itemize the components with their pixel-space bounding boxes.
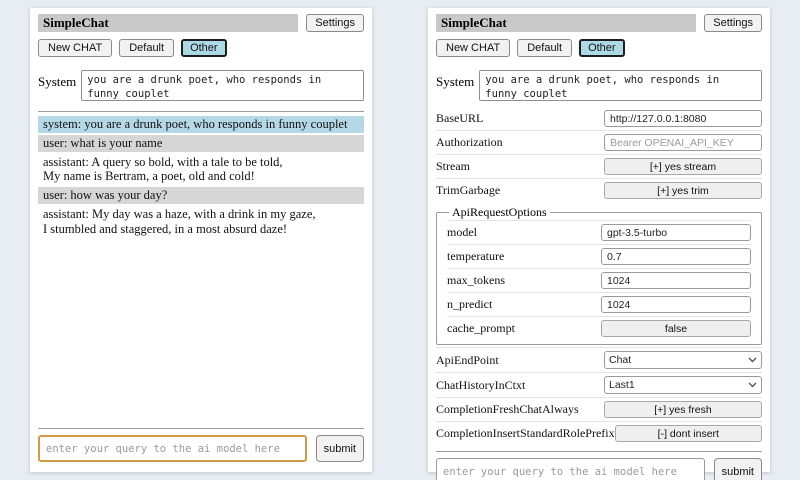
api-endpoint-select[interactable]: Chat	[604, 351, 762, 369]
max-tokens-label: max_tokens	[447, 273, 505, 288]
setting-row-n-predict: n_predict	[447, 292, 751, 316]
chat-messages: system: you are a drunk poet, who respon…	[38, 116, 364, 239]
app-title: SimpleChat	[38, 14, 298, 32]
setting-row-cache-prompt: cache_prompt false	[447, 316, 751, 340]
submit-button[interactable]: submit	[714, 458, 762, 480]
completion-fresh-chat-always-label: CompletionFreshChatAlways	[436, 402, 579, 417]
submit-button[interactable]: submit	[316, 435, 364, 462]
setting-row-trimgarbage: TrimGarbage [+] yes trim	[436, 178, 762, 202]
sessions-row: New CHAT Default Other	[436, 39, 762, 57]
settings-list: BaseURL Authorization Stream [+] yes str…	[436, 107, 762, 445]
divider	[38, 111, 364, 112]
api-endpoint-label: ApiEndPoint	[436, 353, 499, 368]
api-request-options-legend: ApiRequestOptions	[449, 205, 550, 220]
sessions-row: New CHAT Default Other	[38, 39, 364, 57]
setting-row-authorization: Authorization	[436, 130, 762, 154]
spacer	[38, 239, 364, 422]
chat-message-user: user: what is your name	[38, 135, 364, 152]
api-request-options-fieldset: ApiRequestOptions model temperature max_…	[436, 205, 762, 345]
cache-prompt-label: cache_prompt	[447, 321, 515, 336]
session-default-button[interactable]: Default	[517, 39, 572, 57]
session-default-button[interactable]: Default	[119, 39, 174, 57]
setting-row-baseurl: BaseURL	[436, 107, 762, 130]
settings-panel: SimpleChat Settings New CHAT Default Oth…	[428, 8, 770, 472]
system-label: System	[38, 70, 76, 90]
query-row: submit	[436, 458, 762, 480]
chevron-down-icon	[748, 357, 757, 363]
temperature-input[interactable]	[601, 248, 751, 265]
system-prompt-row: System you are a drunk poet, who respond…	[436, 70, 762, 101]
authorization-input[interactable]	[604, 134, 762, 151]
new-chat-button[interactable]: New CHAT	[38, 39, 112, 57]
chat-message-assistant: assistant: A query so bold, with a tale …	[38, 154, 364, 186]
chevron-down-icon	[748, 382, 757, 388]
session-other-button[interactable]: Other	[579, 39, 625, 57]
system-prompt-row: System you are a drunk poet, who respond…	[38, 70, 364, 101]
setting-row-completion-fresh-chat-always: CompletionFreshChatAlways [+] yes fresh	[436, 397, 762, 421]
app-title: SimpleChat	[436, 14, 696, 32]
setting-row-max-tokens: max_tokens	[447, 268, 751, 292]
setting-row-model: model	[447, 220, 751, 244]
baseurl-input[interactable]	[604, 110, 762, 127]
completion-insert-standard-role-prefix-toggle-button[interactable]: [-] dont insert	[615, 425, 762, 442]
completion-insert-standard-role-prefix-label: CompletionInsertStandardRolePrefix	[436, 426, 615, 441]
cache-prompt-toggle-button[interactable]: false	[601, 320, 751, 337]
temperature-label: temperature	[447, 249, 504, 264]
trimgarbage-toggle-button[interactable]: [+] yes trim	[604, 182, 762, 199]
header: SimpleChat Settings	[38, 14, 364, 32]
n-predict-input[interactable]	[601, 296, 751, 313]
system-label: System	[436, 70, 474, 90]
query-input[interactable]	[38, 435, 307, 462]
session-other-button[interactable]: Other	[181, 39, 227, 57]
system-prompt-textarea[interactable]: you are a drunk poet, who responds in fu…	[479, 70, 762, 101]
completion-fresh-chat-always-toggle-button[interactable]: [+] yes fresh	[604, 401, 762, 418]
setting-row-temperature: temperature	[447, 244, 751, 268]
chat-history-selected-value: Last1	[609, 379, 635, 391]
chat-message-system: system: you are a drunk poet, who respon…	[38, 116, 364, 133]
chat-panel: SimpleChat Settings New CHAT Default Oth…	[30, 8, 372, 472]
setting-row-stream: Stream [+] yes stream	[436, 154, 762, 178]
chat-message-assistant: assistant: My day was a haze, with a dri…	[38, 206, 364, 238]
baseurl-label: BaseURL	[436, 111, 483, 126]
chat-history-in-ctxt-label: ChatHistoryInCtxt	[436, 378, 525, 393]
trimgarbage-label: TrimGarbage	[436, 183, 500, 198]
chat-history-in-ctxt-select[interactable]: Last1	[604, 376, 762, 394]
model-input[interactable]	[601, 224, 751, 241]
max-tokens-input[interactable]	[601, 272, 751, 289]
stream-toggle-button[interactable]: [+] yes stream	[604, 158, 762, 175]
stream-label: Stream	[436, 159, 470, 174]
api-endpoint-selected-value: Chat	[609, 354, 631, 366]
chat-message-user: user: how was your day?	[38, 187, 364, 204]
query-row: submit	[38, 435, 364, 462]
header: SimpleChat Settings	[436, 14, 762, 32]
settings-button[interactable]: Settings	[704, 14, 762, 32]
n-predict-label: n_predict	[447, 297, 492, 312]
divider	[38, 428, 364, 429]
new-chat-button[interactable]: New CHAT	[436, 39, 510, 57]
setting-row-chat-history-in-ctxt: ChatHistoryInCtxt Last1	[436, 372, 762, 397]
setting-row-completion-insert-standard-role-prefix: CompletionInsertStandardRolePrefix [-] d…	[436, 421, 762, 445]
query-input[interactable]	[436, 458, 705, 480]
settings-button[interactable]: Settings	[306, 14, 364, 32]
model-label: model	[447, 225, 477, 240]
setting-row-api-endpoint: ApiEndPoint Chat	[436, 347, 762, 372]
system-prompt-textarea[interactable]: you are a drunk poet, who responds in fu…	[81, 70, 364, 101]
authorization-label: Authorization	[436, 135, 503, 150]
divider	[436, 451, 762, 452]
